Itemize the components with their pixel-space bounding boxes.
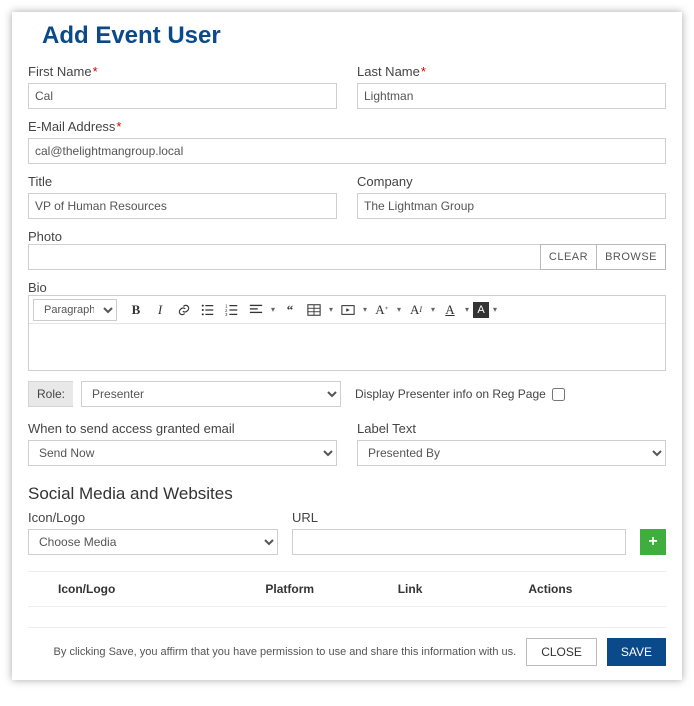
svg-text:3: 3 [225, 312, 228, 317]
media-table: Icon/Logo Platform Link Actions [28, 571, 666, 607]
font-size-caret-icon[interactable]: ▾ [395, 305, 403, 314]
text-color-icon[interactable]: A [439, 299, 461, 321]
add-media-button[interactable]: + [640, 529, 666, 555]
media-caret-icon[interactable]: ▾ [361, 305, 369, 314]
label-text-select[interactable]: Presented By [357, 440, 666, 466]
media-icon[interactable] [337, 299, 359, 321]
icon-logo-label: Icon/Logo [28, 510, 278, 525]
paragraph-select[interactable]: Paragraph [33, 299, 117, 321]
align-icon[interactable] [245, 299, 267, 321]
first-name-label: First Name [28, 64, 337, 79]
url-input[interactable] [292, 529, 626, 555]
save-button[interactable]: SAVE [607, 638, 666, 666]
table-caret-icon[interactable]: ▾ [327, 305, 335, 314]
email-label: E-Mail Address [28, 119, 666, 134]
footer: By clicking Save, you affirm that you ha… [28, 627, 666, 666]
first-name-input[interactable] [28, 83, 337, 109]
text-color-caret-icon[interactable]: ▾ [463, 305, 471, 314]
bg-color-icon[interactable]: A [473, 302, 489, 318]
choose-media-select[interactable]: Choose Media [28, 529, 278, 555]
font-family-caret-icon[interactable]: ▾ [429, 305, 437, 314]
number-list-icon[interactable]: 123 [221, 299, 243, 321]
th-actions: Actions [465, 572, 666, 607]
url-label: URL [292, 510, 626, 525]
title-label: Title [28, 174, 337, 189]
disclaimer-text: By clicking Save, you affirm that you ha… [54, 646, 517, 658]
company-label: Company [357, 174, 666, 189]
align-caret-icon[interactable]: ▾ [269, 305, 277, 314]
company-input[interactable] [357, 193, 666, 219]
table-header-row: Icon/Logo Platform Link Actions [28, 572, 666, 607]
photo-label: Photo [28, 229, 62, 244]
display-presenter-checkbox[interactable] [552, 388, 565, 401]
last-name-label: Last Name [357, 64, 666, 79]
last-name-input[interactable] [357, 83, 666, 109]
social-media-heading: Social Media and Websites [28, 484, 666, 504]
display-presenter-check[interactable]: Display Presenter info on Reg Page [355, 387, 565, 401]
font-family-icon[interactable]: AI [405, 299, 427, 321]
th-platform: Platform [265, 572, 397, 607]
clear-button[interactable]: CLEAR [540, 244, 597, 270]
name-row: First Name Last Name [28, 64, 666, 109]
bg-color-caret-icon[interactable]: ▾ [491, 305, 499, 314]
email-input[interactable] [28, 138, 666, 164]
bio-label: Bio [28, 280, 47, 295]
photo-input[interactable] [28, 244, 540, 270]
font-size-icon[interactable]: A⁺ [371, 299, 393, 321]
th-icon-logo: Icon/Logo [28, 572, 265, 607]
quote-icon[interactable]: “ [279, 299, 301, 321]
bio-textarea[interactable] [29, 324, 665, 370]
title-input[interactable] [28, 193, 337, 219]
bold-icon[interactable]: B [125, 299, 147, 321]
bullet-list-icon[interactable] [197, 299, 219, 321]
role-label: Role: [28, 381, 73, 407]
label-text-label: Label Text [357, 421, 666, 436]
table-icon[interactable] [303, 299, 325, 321]
close-button[interactable]: CLOSE [526, 638, 597, 666]
when-send-select[interactable]: Send Now [28, 440, 337, 466]
link-icon[interactable] [173, 299, 195, 321]
bio-editor: Paragraph B I 123 ▾ “ ▾ [28, 295, 666, 371]
th-link: Link [398, 572, 465, 607]
italic-icon[interactable]: I [149, 299, 171, 321]
browse-button[interactable]: BROWSE [597, 244, 666, 270]
add-event-user-panel: Add Event User First Name Last Name E-Ma… [12, 12, 682, 680]
role-select[interactable]: Presenter [81, 381, 341, 407]
editor-toolbar: Paragraph B I 123 ▾ “ ▾ [29, 296, 665, 324]
when-send-label: When to send access granted email [28, 421, 337, 436]
page-title: Add Event User [28, 22, 666, 50]
